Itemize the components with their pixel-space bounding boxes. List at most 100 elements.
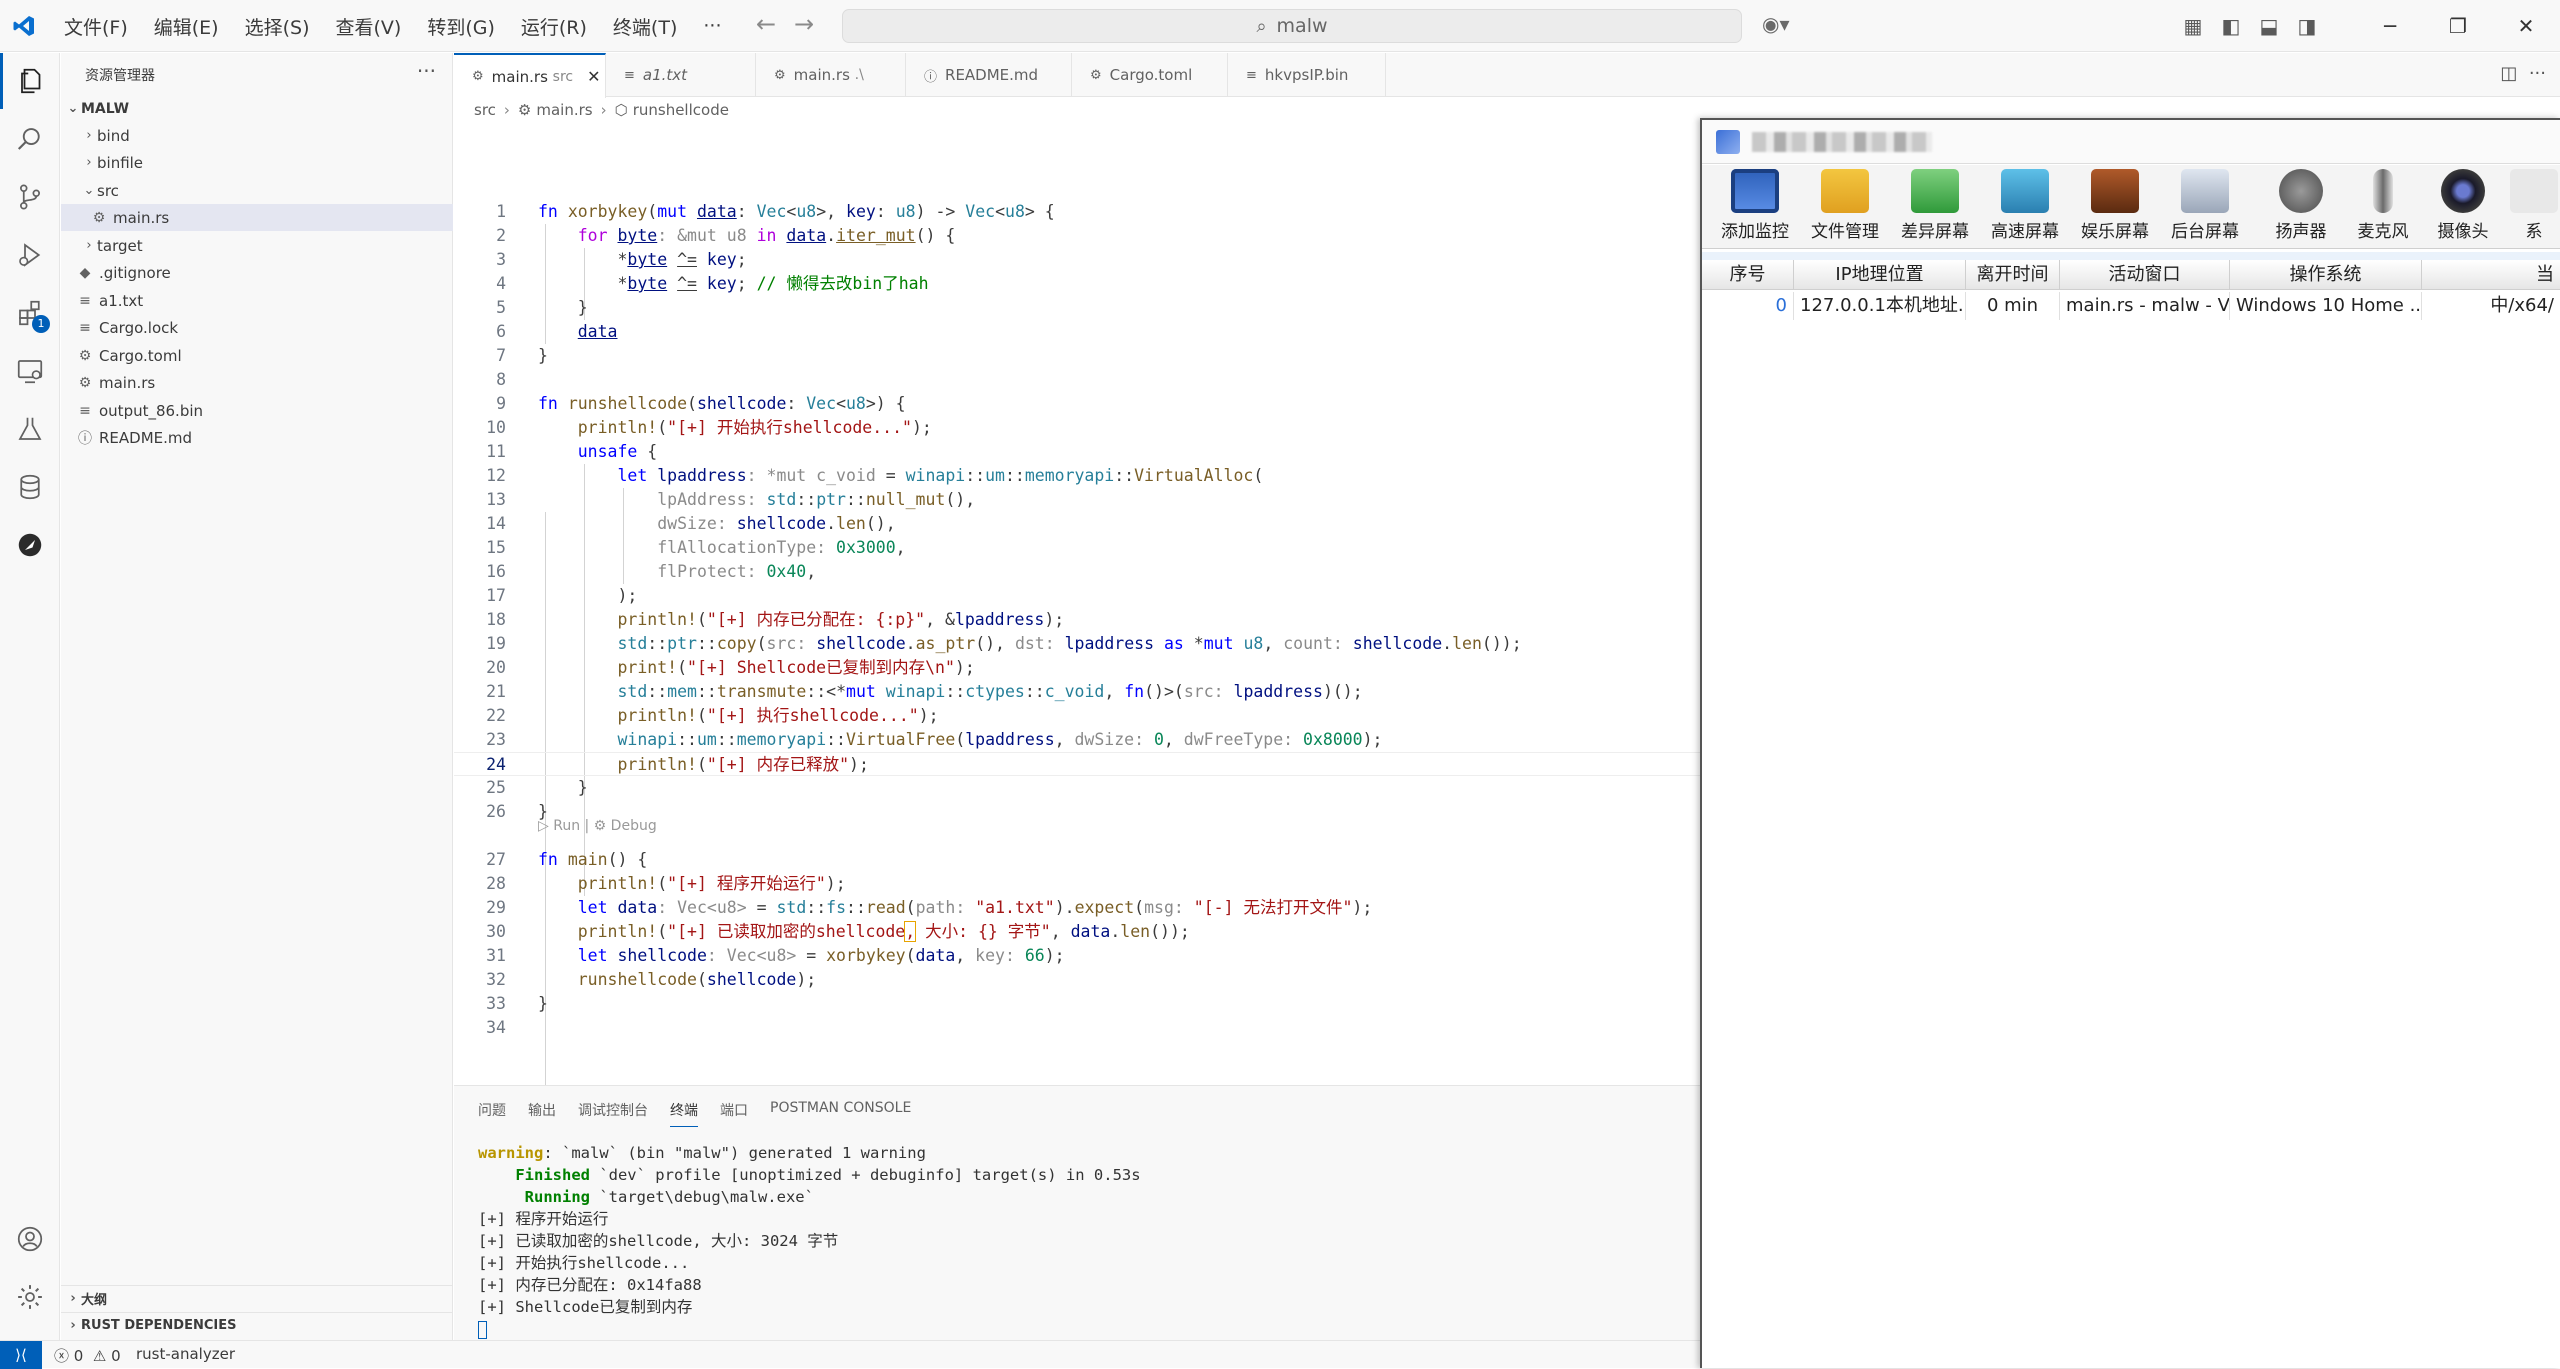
tree-item-bind[interactable]: › bind <box>61 122 453 149</box>
tree-item-readme[interactable]: ⓘ README.md <box>61 424 453 451</box>
terminal-line: warning: `malw` (bin "malw") generated 1… <box>478 1144 926 1162</box>
split-editor-icon[interactable]: ◫ <box>2500 63 2517 84</box>
manage-activity[interactable] <box>0 1269 60 1325</box>
toggle-panel-icon[interactable]: ⬓ <box>2250 14 2288 38</box>
tab-hkvpsip-bin[interactable]: ≡ hkvpsIP.bin <box>1228 53 1386 97</box>
host-row[interactable]: 0 127.0.0.1本机地址... 0 min main.rs - malw … <box>1702 292 2560 320</box>
search-activity[interactable] <box>0 111 60 167</box>
tab-terminal[interactable]: 终端 <box>670 1100 698 1127</box>
speaker-icon <box>2279 169 2323 213</box>
terminal-line: [+] 已读取加密的shellcode, 大小: 3024 字节 <box>478 1232 839 1250</box>
outline-section[interactable]: › 大纲 <box>61 1285 453 1311</box>
rust-analyzer-status[interactable]: rust-analyzer <box>136 1345 235 1363</box>
menu-run[interactable]: 运行(R) <box>521 13 587 40</box>
file-manager-button[interactable]: 文件管理 <box>1800 169 1890 242</box>
close-tab-icon[interactable]: ✕ <box>587 67 600 86</box>
tree-item-src[interactable]: ⌄ src <box>61 177 453 204</box>
tab-ports[interactable]: 端口 <box>720 1100 748 1127</box>
camera-button[interactable]: 摄像头 <box>2418 169 2508 242</box>
tab-debug-console[interactable]: 调试控制台 <box>578 1100 648 1127</box>
source-control-activity[interactable] <box>0 169 60 225</box>
run-debug-activity[interactable] <box>0 227 60 283</box>
customize-layout-icon[interactable]: ▦ <box>2174 14 2212 38</box>
system-button[interactable]: 系 <box>2508 169 2560 242</box>
codelens-run-debug[interactable]: ▷ Run | ⚙ Debug <box>538 818 657 834</box>
close-icon[interactable]: ✕ <box>2492 14 2560 38</box>
entertainment-screen-button[interactable]: 娱乐屏幕 <box>2070 169 2160 242</box>
terminal-line: Finished `dev` profile [unoptimized + de… <box>515 1166 1141 1184</box>
col-away-time[interactable]: 离开时间 <box>1966 260 2060 290</box>
diff-screen-button[interactable]: 差异屏幕 <box>1890 169 1980 242</box>
breadcrumb-file[interactable]: main.rs <box>536 101 592 119</box>
tab-problems[interactable]: 问题 <box>478 1100 506 1127</box>
monitor-grid-icon <box>1731 169 1779 213</box>
menu-edit[interactable]: 编辑(E) <box>154 13 219 40</box>
col-index[interactable]: 序号 <box>1702 260 1794 290</box>
tree-item-output-bin[interactable]: ≡ output_86.bin <box>61 397 453 424</box>
toggle-sidebar-icon[interactable]: ◧ <box>2212 14 2250 38</box>
forward-arrow-icon[interactable]: → <box>794 10 814 38</box>
breadcrumb-src[interactable]: src <box>474 101 496 119</box>
tab-main-rs-src[interactable]: ⚙ main.rs src ✕ <box>454 53 606 98</box>
command-center-search[interactable]: ⌕ malw <box>842 9 1742 43</box>
tree-item-main-rs[interactable]: ⚙ main.rs <box>61 369 453 396</box>
col-ip-location[interactable]: IP地理位置 <box>1794 260 1966 290</box>
problems-indicator[interactable]: ⓧ 0 ⚠ 0 <box>54 1345 121 1366</box>
code-line: 29 let data: Vec<u8> = std::fs::read(pat… <box>486 898 1373 917</box>
menu-view[interactable]: 查看(V) <box>336 13 402 40</box>
menu-selection[interactable]: 选择(S) <box>245 13 310 40</box>
breadcrumb-symbol[interactable]: runshellcode <box>633 101 729 119</box>
col-active-window[interactable]: 活动窗口 <box>2060 260 2230 290</box>
col-os[interactable]: 操作系统 <box>2230 260 2422 290</box>
accounts-activity[interactable] <box>0 1211 60 1267</box>
database-activity[interactable] <box>0 459 60 515</box>
remote-indicator-icon[interactable]: ⟩⟨ <box>0 1341 42 1369</box>
add-monitor-button[interactable]: 添加监控 <box>1710 169 1800 242</box>
restore-icon[interactable]: ❐ <box>2424 14 2492 38</box>
code-editor[interactable]: 1 fn xorbykey(mut data: Vec<u8>, key: u8)… <box>454 200 1704 1184</box>
run-debug-icon <box>19 243 41 267</box>
tree-item-cargo-toml[interactable]: ⚙ Cargo.toml <box>61 342 453 369</box>
tab-a1-txt[interactable]: ≡ a1.txt <box>606 53 756 97</box>
workspace-root[interactable]: ⌄ MALW <box>61 95 453 122</box>
tree-item-cargo-lock[interactable]: ≡ Cargo.lock <box>61 314 453 341</box>
tab-postman-console[interactable]: POSTMAN CONSOLE <box>770 1100 911 1127</box>
explorer-activity[interactable] <box>0 53 60 109</box>
minimize-icon[interactable]: ─ <box>2356 14 2424 38</box>
tab-output[interactable]: 输出 <box>528 1100 556 1127</box>
game-screen-icon <box>2091 169 2139 213</box>
menu-terminal[interactable]: 终端(T) <box>613 13 677 40</box>
tree-item-target[interactable]: › target <box>61 232 453 259</box>
tab-cargo-toml[interactable]: ⚙ Cargo.toml <box>1072 53 1228 97</box>
copilot-icon[interactable]: ◉▾ <box>1762 12 1790 36</box>
menu-go[interactable]: 转到(G) <box>427 13 495 40</box>
back-arrow-icon[interactable]: ← <box>756 10 776 38</box>
remote-explorer-activity[interactable] <box>0 343 60 399</box>
fast-screen-button[interactable]: 高速屏幕 <box>1980 169 2070 242</box>
terminal-output[interactable]: warning: `malw` (bin "malw") generated 1… <box>478 1142 1141 1340</box>
chevron-right-icon: › <box>503 101 510 119</box>
tree-item-binfile[interactable]: › binfile <box>61 149 453 176</box>
speaker-button[interactable]: 扬声器 <box>2256 169 2346 242</box>
postman-activity[interactable] <box>0 517 60 573</box>
col-current[interactable]: 当 <box>2422 260 2560 290</box>
more-actions-icon[interactable]: ··· <box>2529 63 2546 84</box>
rust-dependencies-section[interactable]: › RUST DEPENDENCIES <box>61 1312 453 1338</box>
menu-more[interactable]: ··· <box>703 15 721 37</box>
tree-item-a1-txt[interactable]: ≡ a1.txt <box>61 287 453 314</box>
tree-item-src-main-rs[interactable]: ⚙ main.rs <box>61 204 453 231</box>
microphone-button[interactable]: 麦克风 <box>2338 169 2428 242</box>
menu-file[interactable]: 文件(F) <box>64 13 128 40</box>
editor-actions: ◫ ··· <box>2500 63 2546 84</box>
toggle-secondary-sidebar-icon[interactable]: ◨ <box>2288 14 2326 38</box>
blurred-title <box>1752 132 1932 152</box>
code-line: 17 ); <box>486 586 638 605</box>
tab-main-rs-root[interactable]: ⚙ main.rs .\ <box>756 53 906 97</box>
testing-activity[interactable] <box>0 401 60 457</box>
background-screen-button[interactable]: 后台屏幕 <box>2160 169 2250 242</box>
tab-readme[interactable]: ⓘ README.md <box>906 53 1072 97</box>
tree-item-gitignore[interactable]: ◆ .gitignore <box>61 259 453 286</box>
more-actions-icon[interactable]: ··· <box>417 59 436 83</box>
code-line: 14 dwSize: shellcode.len(), <box>486 514 896 533</box>
extensions-activity[interactable]: 1 <box>0 285 60 341</box>
